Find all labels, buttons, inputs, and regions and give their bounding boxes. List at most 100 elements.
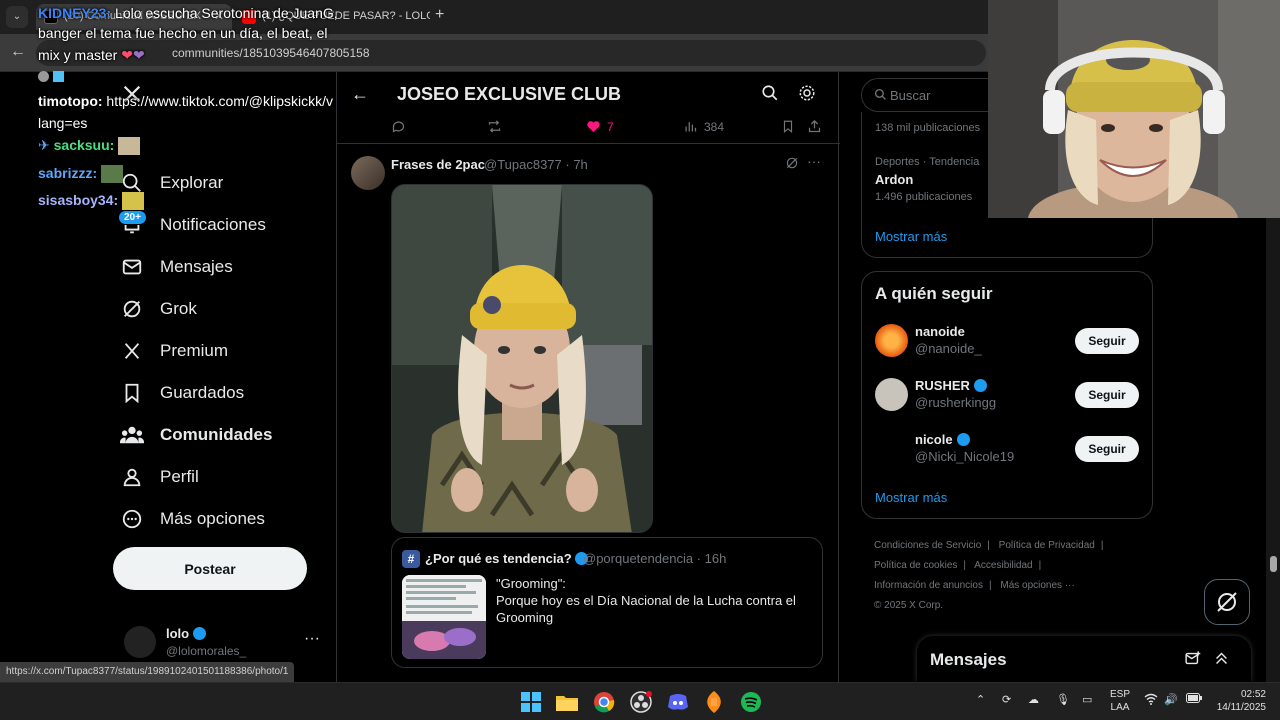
tab-search-button[interactable]: ⌄: [6, 6, 28, 28]
wifi-icon[interactable]: [1144, 693, 1158, 708]
messages-drawer[interactable]: Mensajes: [917, 636, 1251, 682]
chat-text: Lolo escucha Serotonina de JuanG,: [111, 5, 338, 21]
microphone-icon[interactable]: 🎙: [1056, 693, 1070, 706]
discord-icon[interactable]: [666, 690, 690, 714]
more-dots-icon[interactable]: ···: [304, 630, 320, 648]
post-photo[interactable]: [391, 184, 653, 533]
post-action-bar: 7 384: [337, 116, 840, 144]
views-button[interactable]: 384: [683, 119, 724, 134]
account-switcher[interactable]: lolo @lolomorales_ ···: [124, 622, 334, 662]
quoted-post[interactable]: # ¿Por qué es tendencia? @porquetendenci…: [391, 537, 823, 668]
volume-icon[interactable]: 🔊: [1164, 693, 1178, 706]
nav-item-guardados[interactable]: Guardados: [120, 373, 244, 413]
nav-item-perfil[interactable]: Perfil: [120, 457, 199, 497]
search-input[interactable]: Buscar: [861, 78, 991, 112]
nav-label: Perfil: [160, 467, 199, 486]
nav-item-mensajes[interactable]: Mensajes: [120, 247, 233, 287]
url-text: communities/1851039546407805158: [172, 46, 370, 60]
post-author-handle[interactable]: @Tupac8377 · 7h: [484, 157, 588, 172]
footer-link[interactable]: Política de Privacidad: [999, 540, 1095, 551]
trend-category: Deportes · Tendencia: [875, 156, 980, 168]
nav-item-comunidades[interactable]: Comunidades: [120, 415, 272, 455]
show-more-link[interactable]: Mostrar más: [875, 229, 947, 244]
footer-divider: |: [988, 580, 992, 591]
tray-chevron-icon[interactable]: ⌃: [976, 693, 985, 706]
search-icon[interactable]: [761, 84, 779, 107]
main-column: ← JOSEO EXCLUSIVE CLUB 7 384 Frases de 2…: [336, 72, 840, 682]
footer-link[interactable]: Condiciones de Servicio: [874, 540, 981, 551]
analytics-icon: [685, 122, 697, 132]
clock-date: 14/11/2025: [1216, 702, 1266, 713]
cloud-icon[interactable]: ☁: [1028, 693, 1039, 706]
follow-suggestion[interactable]: nanoide @nanoide_ Seguir: [875, 320, 1141, 360]
grok-icon: [120, 297, 144, 321]
follow-suggestion[interactable]: nicole @Nicki_Nicole19 Seguir: [875, 428, 1141, 468]
trend-post-count: 1.496 publicaciones: [875, 191, 973, 203]
bookmark-icon[interactable]: [781, 119, 795, 134]
verified-badge-icon: [973, 379, 987, 392]
post[interactable]: Frases de 2pac @Tupac8377 · 7h ··· # ¿Po…: [337, 144, 840, 682]
start-windows-icon[interactable]: [519, 690, 543, 714]
nav-item-premium[interactable]: Premium: [120, 331, 228, 371]
follow-button[interactable]: Seguir: [1075, 328, 1139, 354]
display-icon[interactable]: ▭: [1082, 693, 1092, 706]
new-message-icon[interactable]: [1184, 650, 1201, 672]
grok-icon[interactable]: [785, 156, 799, 175]
grok-floating-button[interactable]: [1204, 579, 1250, 625]
follow-suggestion[interactable]: RUSHER @rusherkingg Seguir: [875, 374, 1141, 414]
footer-link[interactable]: Más opciones ···: [1000, 580, 1074, 591]
chat-text: banger el tema fue hecho en un día, el b…: [38, 25, 328, 41]
nav-label: Notificaciones: [160, 215, 266, 234]
person-icon: [120, 465, 144, 489]
hashtag-avatar-icon: #: [402, 550, 420, 568]
reply-icon[interactable]: [391, 119, 406, 134]
obs-icon[interactable]: [629, 690, 653, 714]
language-code: ESP: [1110, 689, 1131, 700]
more-dots-icon[interactable]: ···: [807, 153, 821, 169]
scrollbar-thumb[interactable]: [1270, 556, 1277, 572]
footer-link[interactable]: Accesibilidad: [974, 560, 1032, 571]
chrome-icon[interactable]: [592, 690, 616, 714]
chat-text: lang=es: [38, 115, 88, 131]
new-tab-button[interactable]: +: [435, 6, 444, 24]
gear-icon[interactable]: [798, 84, 816, 107]
copyright: © 2025 X Corp.: [874, 600, 944, 611]
back-arrow-icon[interactable]: ←: [10, 43, 26, 61]
account-name: lolo: [166, 626, 206, 641]
trend-name[interactable]: Ardon: [875, 172, 913, 187]
system-clock[interactable]: 02:52 14/11/2025: [1208, 688, 1266, 714]
avatar: [875, 432, 908, 465]
footer-link[interactable]: Política de cookies: [874, 560, 957, 571]
expand-chevron-icon[interactable]: [1213, 650, 1230, 672]
nav-item-mas-opciones[interactable]: Más opciones: [120, 499, 265, 539]
badge-icon: [38, 71, 49, 82]
like-button[interactable]: 7: [586, 119, 614, 134]
post-button[interactable]: Postear: [113, 547, 307, 590]
footer-link[interactable]: Información de anuncios: [874, 580, 983, 591]
avatar[interactable]: [351, 156, 385, 190]
suggestion-name-text: nanoide: [915, 324, 965, 339]
battery-icon[interactable]: [1186, 693, 1202, 706]
file-explorer-icon[interactable]: [555, 690, 579, 714]
language-indicator[interactable]: ESP LAA: [1110, 688, 1130, 714]
repost-icon[interactable]: [487, 119, 502, 134]
grok-icon: [1217, 592, 1237, 612]
spotify-icon[interactable]: [739, 690, 763, 714]
quote-author-text: ¿Por qué es tendencia?: [425, 551, 572, 566]
show-more-link[interactable]: Mostrar más: [875, 490, 947, 505]
follow-button[interactable]: Seguir: [1075, 382, 1139, 408]
nav-item-grok[interactable]: Grok: [120, 289, 197, 329]
screen: ⌄ (20) Comunidad JOSEO EX ✕ (1) ¿QUE PUE…: [0, 0, 1280, 720]
heart-icon: [587, 121, 600, 133]
post-author-name[interactable]: Frases de 2pac: [391, 157, 485, 172]
sync-icon[interactable]: ⟳: [1002, 693, 1011, 706]
bookmark-icon: [120, 381, 144, 405]
x-premium-icon: [120, 339, 144, 363]
share-icon[interactable]: [807, 119, 822, 134]
back-arrow-icon[interactable]: ←: [351, 84, 369, 105]
follow-button[interactable]: Seguir: [1075, 436, 1139, 462]
fl-studio-icon[interactable]: [702, 690, 726, 714]
suggestion-name: nanoide: [915, 324, 965, 339]
chat-message: ✈ sacksuu:: [38, 134, 141, 156]
footer-divider: |: [1100, 540, 1104, 551]
